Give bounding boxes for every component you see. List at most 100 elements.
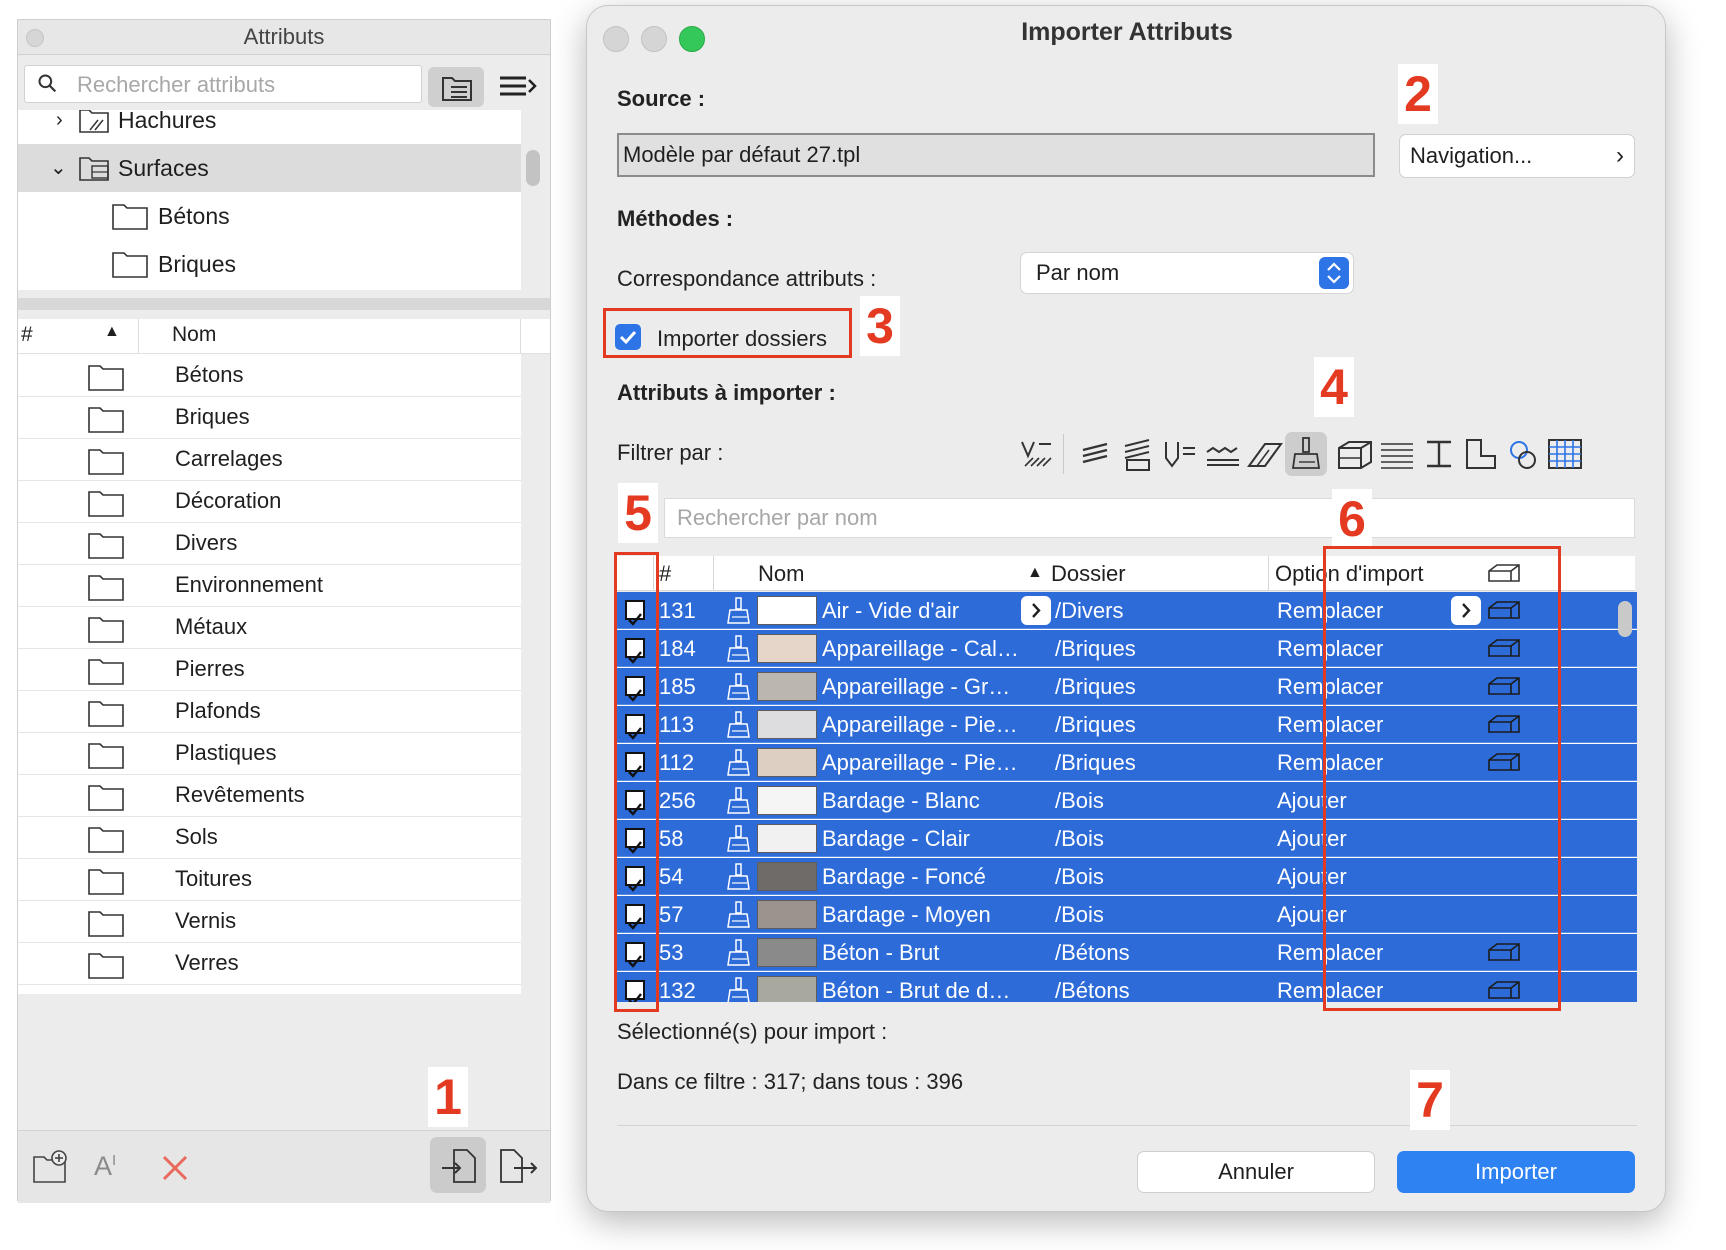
row-number: 58 xyxy=(659,826,684,851)
search-by-name-input[interactable]: Rechercher par nom xyxy=(664,498,1635,538)
row-folder: /Briques xyxy=(1055,636,1136,661)
list-item[interactable]: Plafonds xyxy=(18,690,521,733)
row-detail-button[interactable] xyxy=(1021,596,1051,625)
row-folder: /Briques xyxy=(1055,750,1136,775)
methods-label: Méthodes : xyxy=(617,206,734,231)
list-item[interactable]: Métaux xyxy=(18,606,521,649)
panel-toolbar: AI xyxy=(18,1130,550,1203)
list-item[interactable]: Toitures xyxy=(18,858,521,901)
filter-grid-icon[interactable] xyxy=(1545,432,1585,476)
sort-ascending-icon[interactable]: ▲ xyxy=(1027,564,1043,582)
list-item-label: Carrelages xyxy=(175,446,283,471)
color-swatch xyxy=(757,786,817,815)
surface-folder-icon xyxy=(79,157,109,181)
row-name: Béton - Brut xyxy=(822,940,940,965)
tree-item-hachures[interactable]: › Hachures xyxy=(18,110,521,144)
filter-building-materials-icon[interactable] xyxy=(1335,432,1375,476)
filter-profiles-icon[interactable] xyxy=(1161,432,1201,476)
column-separator xyxy=(713,556,714,590)
row-name: Bardage - Foncé xyxy=(822,864,986,889)
filter-all-icon[interactable] xyxy=(1017,432,1057,476)
tree-item-surfaces[interactable]: ⌄ Surfaces xyxy=(18,144,521,192)
folder-icon xyxy=(112,204,148,230)
correspondance-select[interactable]: Par nom xyxy=(1020,252,1354,294)
list-item[interactable]: Pierres xyxy=(18,648,521,691)
folder-icon xyxy=(88,953,124,979)
row-folder: /Bétons xyxy=(1055,940,1130,965)
annotation-7: 7 xyxy=(1410,1070,1450,1130)
filter-surfaces-button[interactable] xyxy=(1285,432,1327,476)
chevron-right-icon[interactable]: › xyxy=(56,110,63,144)
row-name: Air - Vide d'air xyxy=(822,598,960,623)
list-item[interactable]: Divers xyxy=(18,522,521,565)
row-number: 256 xyxy=(659,788,696,813)
list-item[interactable]: Décoration xyxy=(18,480,521,523)
export-file-icon[interactable] xyxy=(498,1147,540,1185)
list-arrow-icon xyxy=(500,76,537,96)
list-item-label: Vernis xyxy=(175,908,237,933)
filter-zones-icon[interactable] xyxy=(1377,432,1417,476)
list-item[interactable]: Sols xyxy=(18,816,521,859)
row-folder: /Bois xyxy=(1055,902,1104,927)
import-file-icon xyxy=(442,1149,476,1183)
list-view-button[interactable] xyxy=(494,72,542,102)
filter-markups-icon[interactable] xyxy=(1461,432,1501,476)
sort-ascending-icon[interactable]: ▲ xyxy=(104,323,120,341)
list-item[interactable]: Verres xyxy=(18,942,521,985)
row-number: 112 xyxy=(659,750,695,775)
column-number[interactable]: # xyxy=(21,323,33,347)
filter-mep-icon[interactable] xyxy=(1503,432,1543,476)
tree-item-briques[interactable]: Briques xyxy=(18,240,521,288)
brush-icon xyxy=(727,787,750,814)
list-item-label: Sols xyxy=(175,824,218,849)
list-item[interactable]: Revêtements xyxy=(18,774,521,817)
column-folder[interactable]: Dossier xyxy=(1051,561,1126,587)
folder-icon xyxy=(88,533,124,559)
folder-icon xyxy=(88,617,124,643)
list-item[interactable]: Carrelages xyxy=(18,438,521,481)
folder-icon xyxy=(88,365,124,391)
list-item[interactable]: Plastiques xyxy=(18,732,521,775)
column-name[interactable]: Nom xyxy=(172,323,216,347)
select-stepper-icon xyxy=(1319,257,1349,289)
column-name[interactable]: Nom xyxy=(758,561,804,587)
import-confirm-button[interactable]: Importer xyxy=(1397,1151,1635,1193)
rename-icon[interactable]: AI xyxy=(94,1151,116,1182)
delete-icon[interactable] xyxy=(160,1153,190,1183)
navigation-button[interactable]: Navigation... › xyxy=(1399,134,1635,178)
split-divider[interactable] xyxy=(18,298,550,310)
color-swatch xyxy=(757,976,817,1002)
list-item-label: Verres xyxy=(175,950,239,975)
list-item[interactable]: Vernis xyxy=(18,900,521,943)
cancel-button[interactable]: Annuler xyxy=(1137,1151,1375,1193)
tree-scrollbar[interactable] xyxy=(526,150,540,186)
column-separator xyxy=(1268,556,1269,590)
list-item-label: Métaux xyxy=(175,614,248,639)
tree-item-betons[interactable]: Bétons xyxy=(18,192,521,240)
table-scrollbar[interactable] xyxy=(1618,601,1632,637)
filter-composites-icon[interactable] xyxy=(1119,432,1159,476)
row-name: Appareillage - Gr… xyxy=(822,674,1011,699)
filter-hatches-icon[interactable] xyxy=(1245,432,1285,476)
chevron-down-icon[interactable]: ⌄ xyxy=(50,144,67,192)
list-item-label: Bétons xyxy=(175,362,244,387)
folder-view-button[interactable] xyxy=(428,67,484,107)
filter-pens-icon[interactable] xyxy=(1419,432,1459,476)
row-number: 57 xyxy=(659,902,684,927)
filter-lines-icon[interactable] xyxy=(1203,432,1243,476)
source-field[interactable]: Modèle par défaut 27.tpl xyxy=(617,133,1375,177)
attribute-folder-list: Bétons Briques Carrelages Décoration Divers E… xyxy=(18,354,521,994)
new-folder-icon[interactable] xyxy=(32,1149,70,1185)
list-item[interactable]: Environnement xyxy=(18,564,521,607)
column-number[interactable]: # xyxy=(659,561,671,587)
column-separator xyxy=(138,319,139,353)
search-attributes-input[interactable]: Rechercher attributs xyxy=(24,65,422,103)
filter-layers-icon[interactable] xyxy=(1077,432,1117,476)
close-dot-icon[interactable] xyxy=(26,29,44,47)
row-number: 54 xyxy=(659,864,684,889)
list-item[interactable]: Bétons xyxy=(18,354,521,397)
annotation-1: 1 xyxy=(428,1067,468,1127)
list-item[interactable]: Briques xyxy=(18,396,521,439)
color-swatch xyxy=(757,938,817,967)
import-button[interactable] xyxy=(430,1137,486,1193)
